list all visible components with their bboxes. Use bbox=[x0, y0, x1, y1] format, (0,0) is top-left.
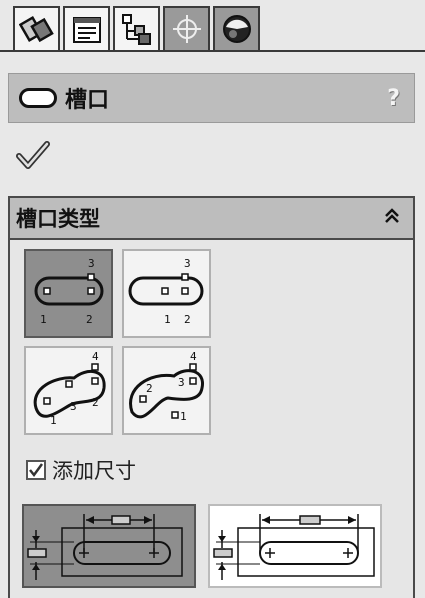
tab-property-manager[interactable] bbox=[63, 6, 110, 50]
add-dimensions-row: 添加尺寸 bbox=[26, 455, 136, 485]
svg-text:3: 3 bbox=[184, 257, 191, 270]
chevron-up-icon bbox=[385, 208, 399, 223]
add-dimensions-label: 添加尺寸 bbox=[52, 459, 136, 483]
overall-length-dimension-icon bbox=[213, 514, 375, 580]
help-button[interactable]: ? bbox=[387, 86, 400, 111]
page-title: 槽口 bbox=[65, 88, 110, 113]
overall-length-dimension-button[interactable] bbox=[208, 504, 382, 588]
slot-icon bbox=[19, 88, 57, 108]
svg-text:2: 2 bbox=[184, 313, 191, 326]
tab-dimxpert-manager[interactable] bbox=[163, 6, 210, 50]
collapse-button[interactable] bbox=[383, 206, 401, 230]
configuration-manager-icon bbox=[121, 14, 151, 45]
ok-button[interactable] bbox=[16, 140, 50, 170]
svg-text:4: 4 bbox=[92, 350, 99, 363]
property-manager-icon bbox=[72, 17, 101, 43]
tab-display-manager[interactable] bbox=[213, 6, 260, 50]
svg-text:3: 3 bbox=[178, 376, 185, 389]
svg-text:2: 2 bbox=[146, 382, 153, 395]
group-title: 槽口类型 bbox=[16, 207, 100, 231]
three-point-arc-slot-icon: 4 3 2 1 bbox=[33, 350, 106, 427]
feature-manager-icon bbox=[18, 15, 54, 43]
center-straight-slot-icon: 3 1 2 bbox=[128, 257, 204, 326]
three-point-arc-slot-button[interactable]: 4 3 2 1 bbox=[24, 346, 113, 435]
center-arc-slot-button[interactable]: 4 3 2 1 bbox=[122, 346, 211, 435]
svg-text:1: 1 bbox=[180, 410, 187, 423]
svg-text:2: 2 bbox=[86, 313, 93, 326]
dim-xpert-icon bbox=[172, 15, 201, 43]
display-manager-icon bbox=[222, 15, 251, 43]
center-to-center-dimension-button[interactable] bbox=[22, 504, 196, 588]
svg-text:1: 1 bbox=[164, 313, 171, 326]
straight-slot-icon: 3 1 2 bbox=[34, 257, 104, 326]
group-header: 槽口类型 bbox=[10, 198, 413, 240]
panel-header: 槽口 ? bbox=[8, 73, 415, 123]
svg-text:1: 1 bbox=[40, 313, 47, 326]
center-arc-slot-icon: 4 3 2 1 bbox=[129, 350, 204, 423]
svg-text:4: 4 bbox=[190, 350, 197, 363]
straight-slot-button[interactable]: 3 1 2 bbox=[24, 249, 113, 338]
svg-text:2: 2 bbox=[92, 396, 99, 409]
manager-tabs bbox=[13, 6, 260, 50]
svg-text:1: 1 bbox=[50, 414, 57, 427]
svg-text:3: 3 bbox=[88, 257, 95, 270]
center-straight-slot-button[interactable]: 3 1 2 bbox=[122, 249, 211, 338]
add-dimensions-checkbox[interactable] bbox=[26, 460, 46, 480]
svg-text:3: 3 bbox=[70, 400, 77, 413]
tab-configuration-manager[interactable] bbox=[113, 6, 160, 50]
center-to-center-dimension-icon bbox=[27, 514, 183, 580]
tab-feature-manager[interactable] bbox=[13, 6, 60, 50]
slot-type-group: 槽口类型 3 1 2 3 1 2 4 3 2 1 4 3 2 1 添加尺寸 bbox=[8, 196, 415, 598]
checkbox-check-icon bbox=[29, 463, 44, 478]
tab-divider bbox=[0, 50, 425, 52]
checkmark-icon bbox=[16, 141, 50, 169]
